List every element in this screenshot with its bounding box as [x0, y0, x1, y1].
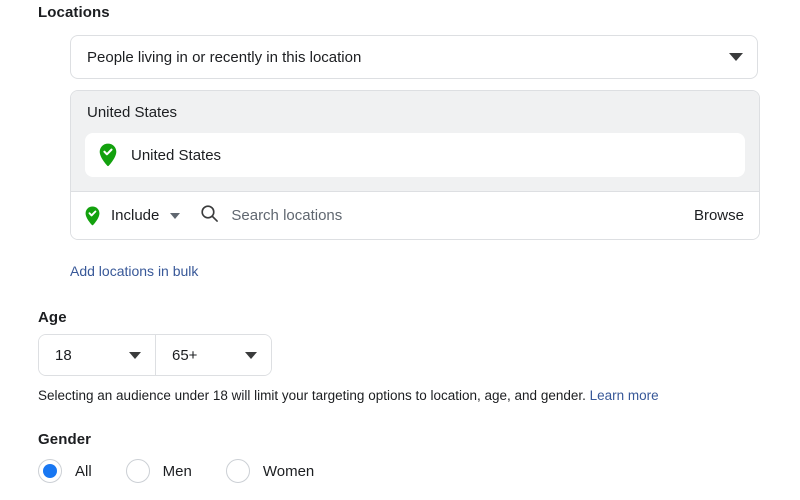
- chevron-down-icon: [729, 53, 743, 61]
- radio-button-icon[interactable]: [225, 459, 250, 483]
- gender-option-label: All: [75, 462, 92, 480]
- learn-more-link[interactable]: Learn more: [590, 388, 659, 403]
- list-item[interactable]: United States: [85, 133, 745, 177]
- browse-button[interactable]: Browse: [694, 207, 744, 224]
- list-item-label: United States: [131, 146, 222, 164]
- radio-dot-icon: [43, 464, 57, 478]
- age-min-value: 18: [55, 346, 72, 364]
- gender-option-label: Men: [162, 462, 192, 480]
- chevron-down-icon: [129, 351, 141, 359]
- radio-button-icon[interactable]: [38, 459, 62, 483]
- include-label: Include: [111, 207, 160, 224]
- location-type-value: People living in or recently in this loc…: [87, 48, 362, 66]
- location-type-select[interactable]: People living in or recently in this loc…: [70, 35, 758, 79]
- gender-radio-group: All Men Women: [38, 459, 314, 483]
- age-max-select[interactable]: 65+: [155, 335, 271, 375]
- age-heading: Age: [38, 309, 67, 326]
- search-icon: [200, 204, 219, 228]
- locations-heading: Locations: [38, 4, 110, 21]
- locations-search-row: Include Browse: [71, 192, 759, 239]
- include-exclude-dropdown[interactable]: Include: [85, 206, 181, 226]
- add-locations-in-bulk-link[interactable]: Add locations in bulk: [70, 263, 198, 279]
- radio-button-icon[interactable]: [125, 459, 150, 483]
- location-pin-check-icon: [85, 206, 100, 226]
- selected-locations-group: United States United States: [71, 91, 759, 192]
- audience-targeting-form: Locations People living in or recently i…: [0, 0, 800, 500]
- gender-option-men[interactable]: Men: [125, 459, 192, 483]
- locations-panel: United States United States Include Sear…: [70, 90, 760, 240]
- age-helper-sentence: Selecting an audience under 18 will limi…: [38, 388, 586, 403]
- age-min-select[interactable]: 18: [39, 335, 155, 375]
- age-max-value: 65+: [172, 346, 198, 364]
- selected-locations-group-title: United States: [87, 104, 178, 121]
- age-helper-text: Selecting an audience under 18 will limi…: [38, 388, 659, 403]
- search-input[interactable]: [231, 207, 682, 224]
- gender-option-women[interactable]: Women: [225, 459, 315, 483]
- gender-option-all[interactable]: All: [38, 459, 92, 483]
- chevron-down-icon: [245, 351, 257, 359]
- location-pin-check-icon: [99, 143, 117, 167]
- chevron-down-icon: [170, 212, 181, 219]
- age-range-group: 18 65+: [38, 334, 272, 376]
- gender-option-label: Women: [262, 462, 315, 480]
- gender-heading: Gender: [38, 431, 92, 448]
